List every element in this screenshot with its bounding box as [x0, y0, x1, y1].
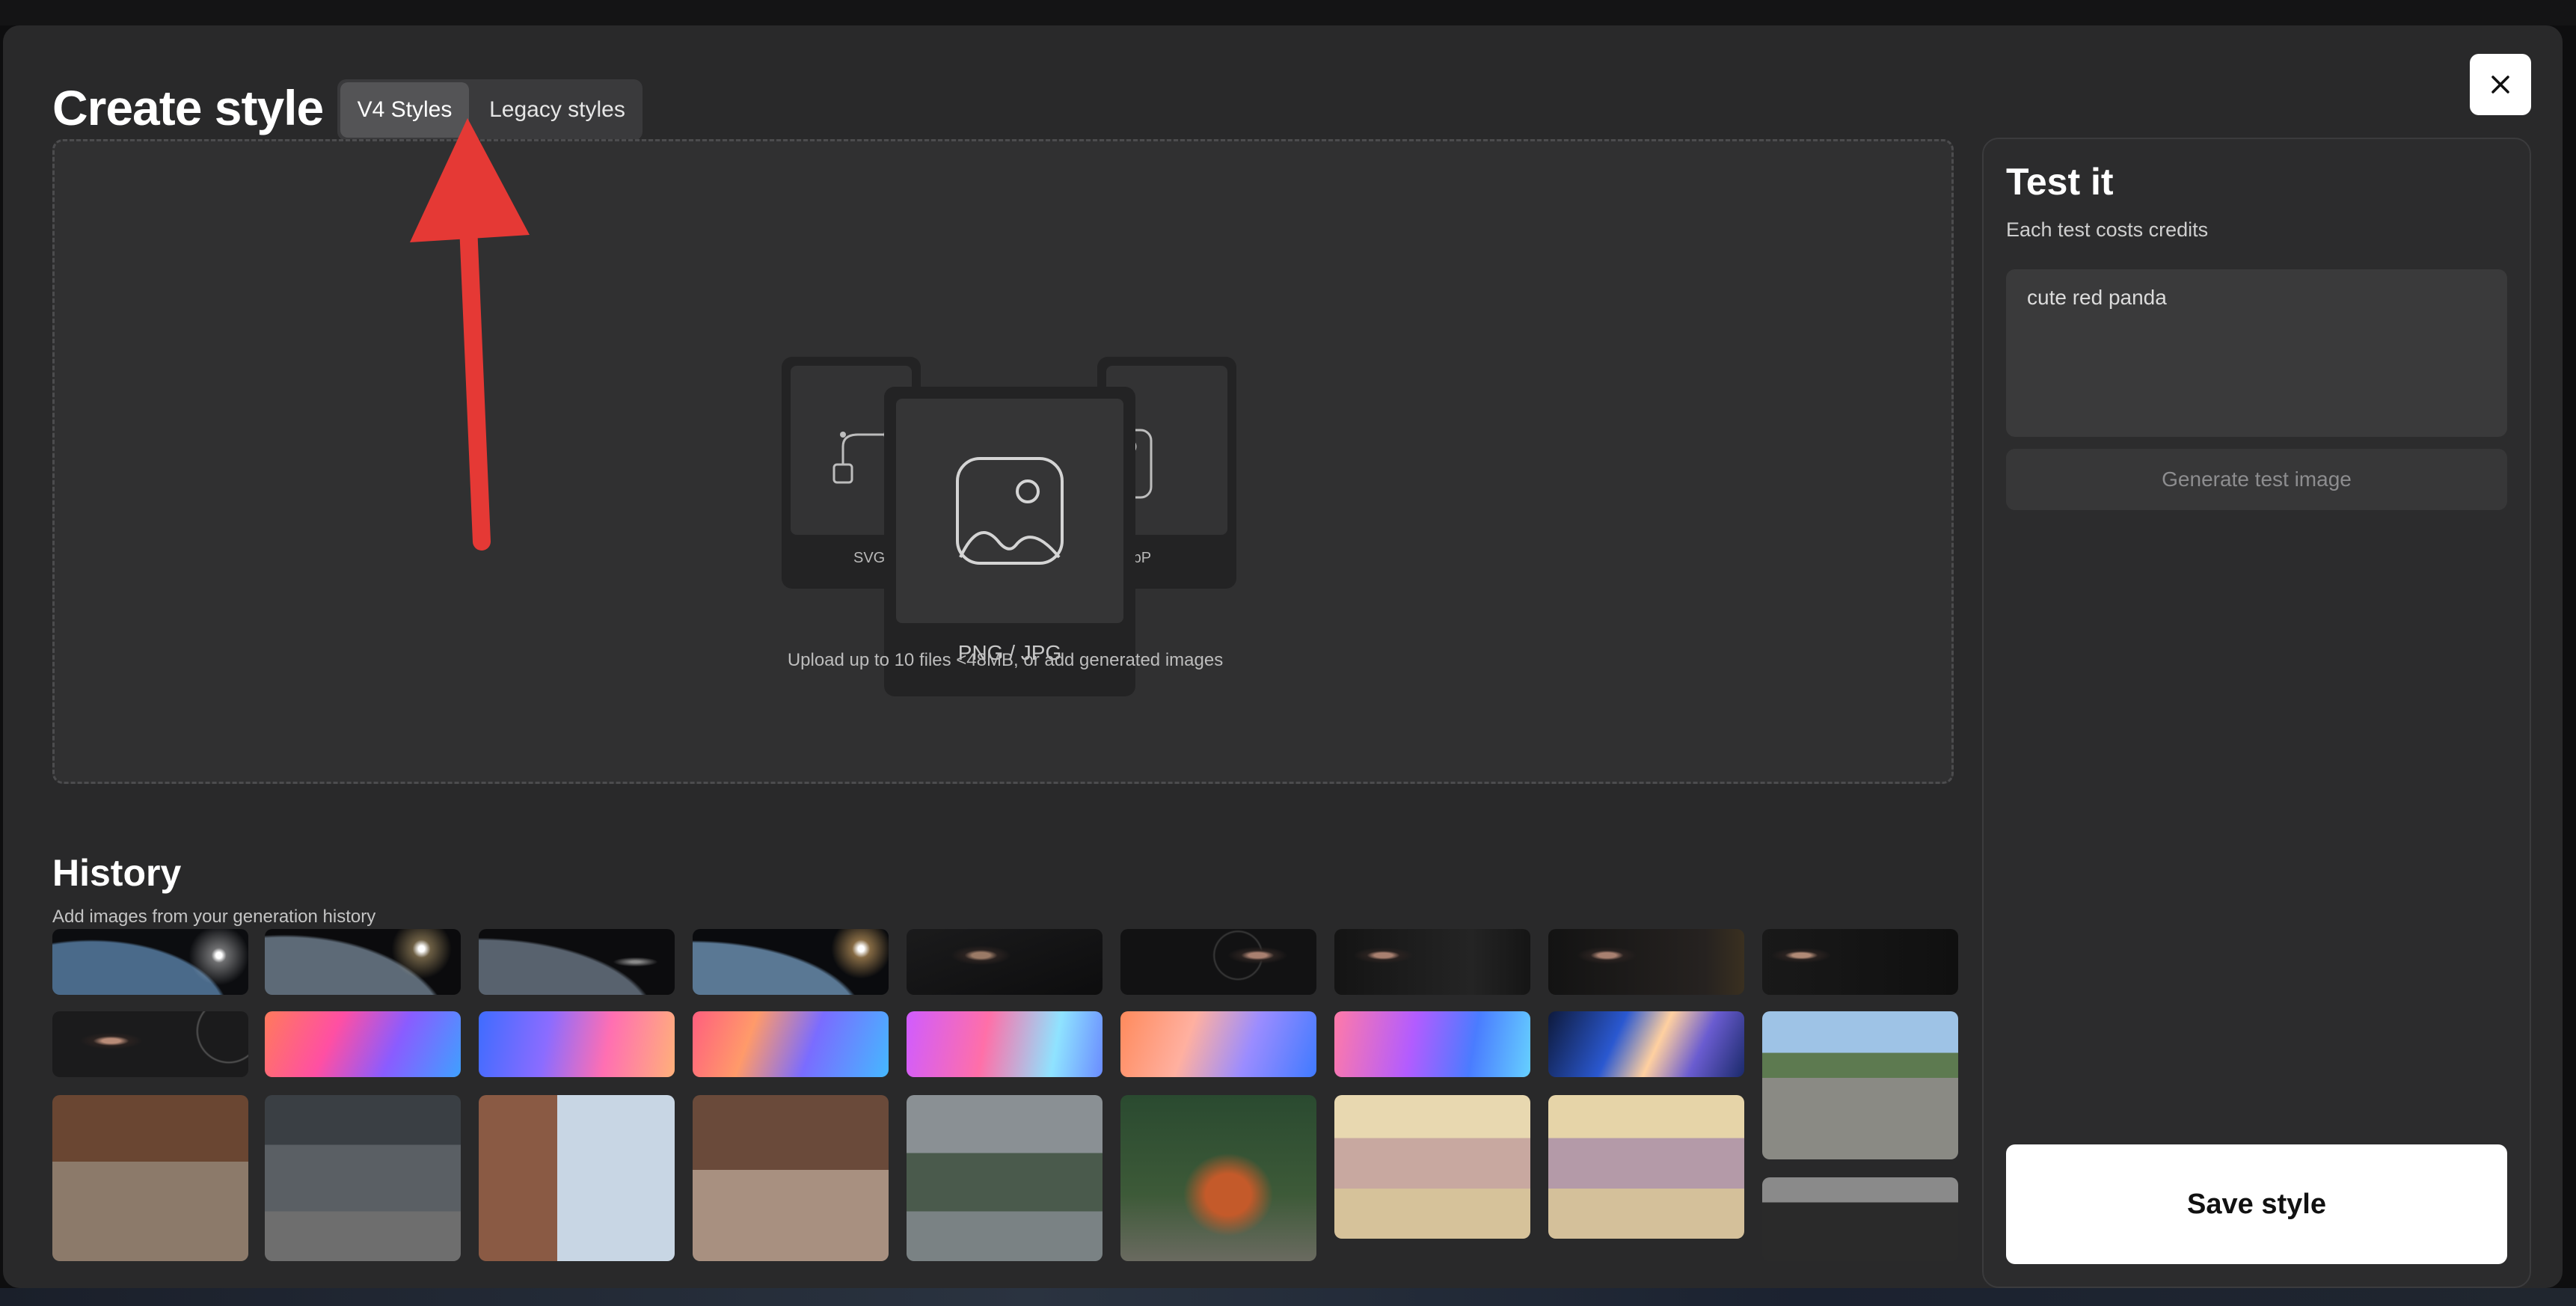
history-thumbnail[interactable]	[479, 1011, 675, 1077]
history-thumbnail[interactable]	[1120, 929, 1316, 995]
history-thumbnail[interactable]	[265, 929, 461, 995]
history-subtitle: Add images from your generation history	[52, 907, 376, 927]
test-panel: Test it Each test costs credits cute red…	[1982, 138, 2531, 1288]
history-thumbnail[interactable]	[1548, 1011, 1744, 1077]
history-thumbnail[interactable]	[265, 1011, 461, 1077]
history-thumbnail[interactable]	[52, 1011, 248, 1077]
history-thumbnail[interactable]	[1334, 1095, 1530, 1239]
history-title: History	[52, 852, 182, 894]
test-panel-title: Test it	[2006, 161, 2114, 203]
history-thumbnail[interactable]	[907, 1095, 1103, 1261]
history-thumbnail[interactable]	[907, 1011, 1103, 1077]
history-thumbnail[interactable]	[1548, 1095, 1744, 1239]
background-top	[0, 0, 2576, 25]
history-thumbnail[interactable]	[1762, 1177, 1958, 1261]
history-thumbnail[interactable]	[1762, 1011, 1958, 1159]
history-thumbnail[interactable]	[1120, 1095, 1316, 1261]
history-thumbnail[interactable]	[479, 929, 675, 995]
history-thumbnail[interactable]	[1334, 929, 1530, 995]
background-bottom	[0, 1288, 2576, 1306]
history-thumbnail[interactable]	[693, 1095, 889, 1261]
save-style-button[interactable]: Save style	[2006, 1144, 2507, 1264]
history-thumbnail[interactable]	[907, 929, 1103, 995]
history-thumbnail[interactable]	[1548, 929, 1744, 995]
history-thumbnail[interactable]	[52, 929, 248, 995]
history-thumbnail[interactable]	[1762, 929, 1958, 995]
create-style-modal: Create style V4 Styles Legacy styles SVG	[3, 25, 2563, 1288]
history-thumbnail[interactable]	[1120, 1011, 1316, 1077]
history-thumbnail[interactable]	[1334, 1011, 1530, 1077]
history-thumbnail[interactable]	[265, 1095, 461, 1261]
history-thumbnail[interactable]	[693, 1011, 889, 1077]
history-thumbnail[interactable]	[693, 929, 889, 995]
generate-test-image-button[interactable]: Generate test image	[2006, 449, 2507, 510]
history-thumbnail[interactable]	[479, 1095, 675, 1261]
history-thumbnail[interactable]	[52, 1095, 248, 1261]
test-prompt-input[interactable]: cute red panda	[2006, 269, 2507, 437]
test-panel-subtitle: Each test costs credits	[2006, 218, 2209, 241]
